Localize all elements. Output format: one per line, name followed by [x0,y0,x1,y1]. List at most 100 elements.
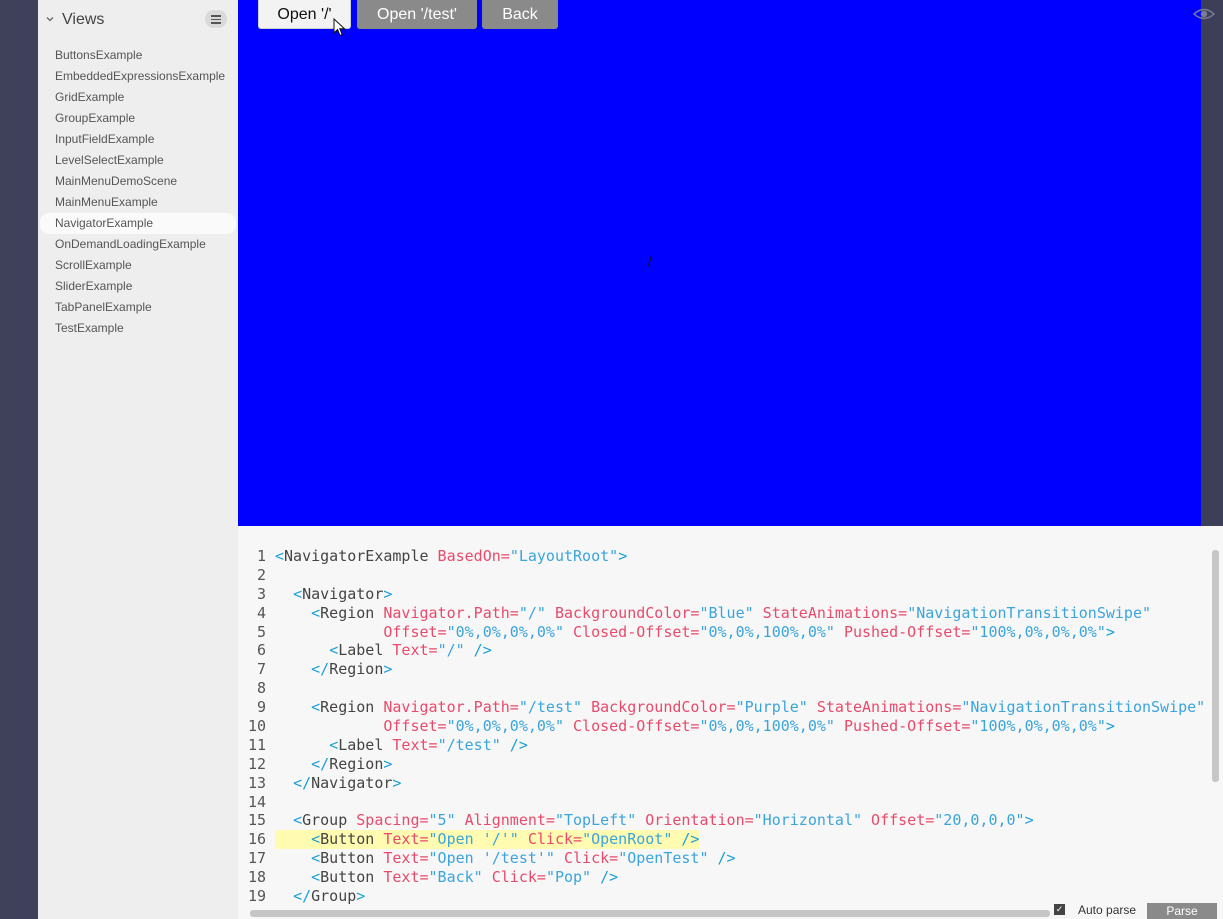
code-editor[interactable]: 1 <NavigatorExample BasedOn="LayoutRoot">… [238,526,1223,919]
code-line[interactable]: 14 [238,793,1210,812]
view-item-buttons-example[interactable]: ButtonsExample [40,45,236,66]
preview-gutter [1201,0,1223,526]
code-token: "/test" [437,735,501,754]
code-token: </ [293,887,312,906]
code-line[interactable]: 5 Offset="0%,0%,0%,0%" Closed-Offset="0%… [238,623,1210,642]
view-item-label: SliderExample [55,279,133,293]
code-token: "/" [518,603,546,622]
code-token: Label [338,735,384,754]
view-item-embedded-expressions-example[interactable]: EmbeddedExpressionsExample [40,66,236,87]
code-token: Region [329,754,384,773]
view-item-label: ScrollExample [55,258,132,272]
view-item-on-demand-loading-example[interactable]: OnDemandLoadingExample [40,234,236,255]
vertical-scrollbar[interactable] [1212,550,1219,782]
code-token: Closed-Offset= [564,717,700,736]
eye-icon[interactable] [1192,6,1216,22]
code-token: Navigator.Path= [374,698,519,717]
code-line[interactable]: 2 [238,566,1210,585]
code-token: < [293,811,303,830]
code-token: < [311,698,321,717]
code-token: NavigatorExample [284,547,429,565]
code-text: <Button Text="Back" Click="Pop" /> [275,868,618,887]
code-line[interactable]: 8 [238,679,1210,698]
code-token: Navigator [302,584,384,603]
hamburger-menu-icon[interactable] [205,10,227,28]
view-item-label: NavigatorExample [55,216,154,230]
code-text: <Button Text="Open '/test'" Click="OpenT… [275,849,735,868]
code-line[interactable]: 9 <Region Navigator.Path="/test" Backgro… [238,698,1210,717]
code-text: <Navigator> [275,585,392,604]
back-button[interactable]: Back [482,0,558,29]
code-line[interactable]: 18 <Button Text="Back" Click="Pop" /> [238,868,1210,887]
code-token: Label [338,641,384,660]
chevron-down-icon[interactable] [44,13,56,25]
view-item-input-field-example[interactable]: InputFieldExample [40,129,236,150]
code-lines[interactable]: 1 <NavigatorExample BasedOn="LayoutRoot">… [238,547,1210,906]
code-line[interactable]: 13 </Navigator> [238,774,1210,793]
code-line[interactable]: 12 </Region> [238,755,1210,774]
view-item-slider-example[interactable]: SliderExample [40,276,236,297]
left-strip [0,0,38,919]
view-item-level-select-example[interactable]: LevelSelectExample [40,150,236,171]
view-item-label: GroupExample [55,111,136,125]
code-token: BasedOn= [428,547,510,565]
navigator-root-label: / [648,253,652,269]
code-text: <Region Navigator.Path="/" BackgroundCol… [275,604,1151,623]
open-test-button[interactable]: Open '/test' [357,0,477,29]
view-item-grid-example[interactable]: GridExample [40,87,236,108]
line-number: 10 [247,717,266,736]
code-token: "Blue" [699,603,754,622]
code-token: "0%,0%,100%,0%" [699,717,835,736]
view-item-label: MainMenuExample [55,195,158,209]
auto-parse-label: Auto parse [1078,903,1137,917]
code-token: Navigator.Path= [374,603,519,622]
code-token: "Open '/'" [428,830,519,849]
code-line[interactable]: 6 <Label Text="/" /> [238,641,1210,660]
line-number: 18 [247,868,266,887]
code-line[interactable]: 15 <Group Spacing="5" Alignment="TopLeft… [238,811,1210,830]
code-line[interactable]: 7 </Region> [238,660,1210,679]
code-token: Text= [374,830,429,849]
code-token: < [329,735,339,754]
code-line[interactable]: 1 <NavigatorExample BasedOn="LayoutRoot"> [238,547,1210,566]
view-item-test-example[interactable]: TestExample [40,318,236,339]
code-line[interactable]: 4 <Region Navigator.Path="/" BackgroundC… [238,604,1210,623]
line-number: 12 [247,754,266,773]
code-line[interactable]: 16 <Button Text="Open '/'" Click="OpenRo… [238,830,1210,850]
code-token: Closed-Offset= [564,622,700,641]
horizontal-scrollbar[interactable] [250,910,1050,917]
code-text: <Label Text="/test" /> [275,736,528,755]
code-text: <Button Text="Open '/'" Click="OpenRoot"… [275,830,700,850]
line-number: 2 [256,565,266,584]
code-token: < [329,641,339,660]
code-line[interactable]: 11 <Label Text="/test" /> [238,736,1210,755]
view-item-label: OnDemandLoadingExample [55,237,206,251]
parse-button[interactable]: Parse [1147,903,1217,919]
code-line[interactable]: 10 Offset="0%,0%,0%,0%" Closed-Offset="0… [238,717,1210,736]
view-item-group-example[interactable]: GroupExample [40,108,236,129]
code-token: /> [500,735,528,754]
code-line[interactable]: 3 <Navigator> [238,585,1210,604]
view-item-main-menu-example[interactable]: MainMenuExample [40,192,236,213]
view-item-label: InputFieldExample [55,132,155,146]
view-item-tab-panel-example[interactable]: TabPanelExample [40,297,236,318]
code-token: "/test" [518,698,583,717]
views-sidebar: Views ButtonsExample EmbeddedExpressions… [38,0,238,919]
view-item-main-menu-demo-scene[interactable]: MainMenuDemoScene [40,171,236,192]
line-number: 13 [247,773,266,792]
code-token: < [311,603,321,622]
auto-parse-checkbox[interactable]: ✓ [1054,904,1065,915]
views-header[interactable]: Views [38,0,238,40]
view-item-navigator-example[interactable]: NavigatorExample [40,213,236,234]
code-line[interactable]: 17 <Button Text="Open '/test'" Click="Op… [238,849,1210,868]
code-token: > [1105,622,1115,641]
view-item-scroll-example[interactable]: ScrollExample [40,255,236,276]
code-token: /> [464,641,492,660]
code-token: > [356,887,366,906]
line-number: 11 [247,735,266,754]
